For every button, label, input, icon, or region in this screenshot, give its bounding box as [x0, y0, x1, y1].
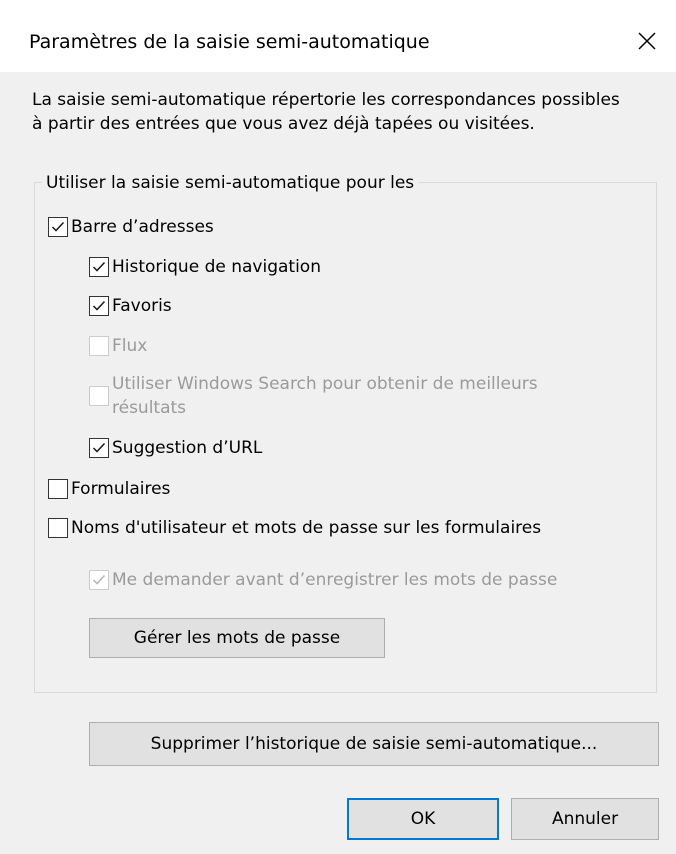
checkbox-forms[interactable]: Formulaires [48, 477, 170, 501]
windows-search-checkbox [89, 386, 109, 406]
checkbox-favorites[interactable]: Favoris [89, 294, 172, 318]
favorites-checkbox[interactable] [89, 296, 109, 316]
manage-passwords-button[interactable]: Gérer les mots de passe [89, 618, 385, 658]
checkmark-icon [92, 574, 106, 585]
feeds-checkbox [89, 336, 109, 356]
favorites-label: Favoris [112, 296, 172, 316]
checkbox-usernames-passwords[interactable]: Noms d'utilisateur et mots de passe sur … [48, 516, 541, 540]
usernames-label: Noms d'utilisateur et mots de passe sur … [71, 518, 542, 538]
checkmark-icon [92, 442, 106, 453]
forms-label: Formulaires [71, 479, 171, 499]
title-bar: Paramètres de la saisie semi-automatique [0, 0, 676, 72]
delete-autocomplete-history-button[interactable]: Supprimer l’historique de saisie semi-au… [89, 722, 659, 766]
ok-button[interactable]: OK [347, 798, 499, 840]
checkbox-address-bar[interactable]: Barre d’adresses [48, 215, 214, 239]
close-button[interactable] [630, 24, 664, 58]
cancel-button[interactable]: Annuler [511, 798, 659, 840]
history-checkbox[interactable] [89, 257, 109, 277]
checkbox-windows-search: Utiliser Windows Search pour obtenir de … [89, 372, 582, 420]
checkbox-feeds: Flux [89, 334, 147, 358]
dialog-description: La saisie semi-automatique répertorie le… [32, 90, 620, 134]
checkmark-icon [51, 221, 65, 232]
checkbox-ask-before-save: Me demander avant d’enregistrer les mots… [89, 568, 557, 592]
checkbox-url-suggestion[interactable]: Suggestion d’URL [89, 436, 262, 460]
autocomplete-settings-dialog: Paramètres de la saisie semi-automatique… [0, 0, 676, 854]
groupbox-legend: Utiliser la saisie semi-automatique pour… [42, 172, 419, 194]
history-label: Historique de navigation [112, 257, 321, 277]
ask-before-save-checkbox [89, 570, 109, 590]
url-suggestion-checkbox[interactable] [89, 438, 109, 458]
checkbox-history[interactable]: Historique de navigation [89, 255, 321, 279]
close-icon [638, 32, 656, 50]
checkmark-icon [92, 300, 106, 311]
usernames-checkbox[interactable] [48, 518, 68, 538]
url-suggestion-label: Suggestion d’URL [112, 438, 263, 458]
checkmark-icon [92, 261, 106, 272]
address-bar-label: Barre d’adresses [71, 217, 214, 237]
feeds-label: Flux [112, 336, 148, 356]
forms-checkbox[interactable] [48, 479, 68, 499]
address-bar-checkbox[interactable] [48, 217, 68, 237]
windows-search-label: Utiliser Windows Search pour obtenir de … [112, 374, 538, 418]
dialog-title: Paramètres de la saisie semi-automatique [29, 31, 430, 53]
ask-before-save-label: Me demander avant d’enregistrer les mots… [112, 570, 558, 590]
